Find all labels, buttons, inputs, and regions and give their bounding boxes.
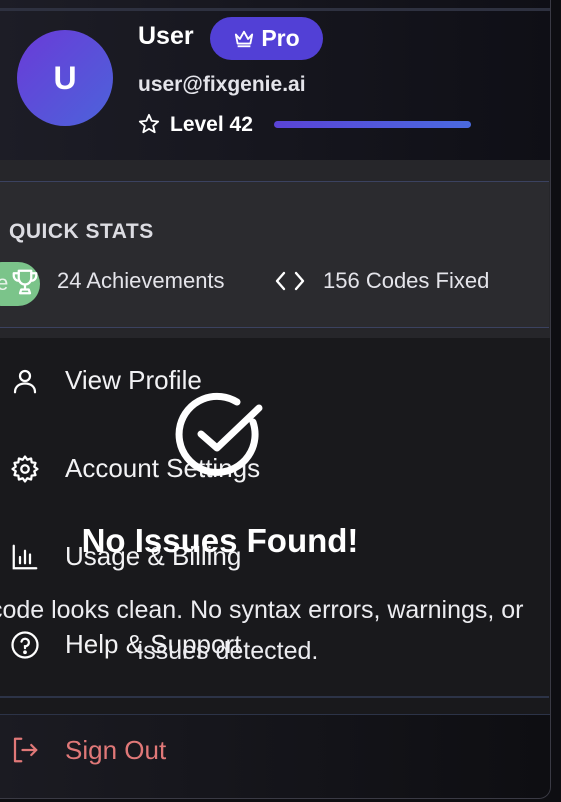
code-icon bbox=[275, 271, 305, 291]
check-circle-icon bbox=[175, 392, 263, 476]
result-description: Your code looks clean. No syntax errors,… bbox=[0, 596, 524, 665]
level-label: Level 42 bbox=[170, 113, 253, 136]
achievements-count: 24 Achievements bbox=[57, 268, 225, 293]
quick-stats-title: QUICK STATS bbox=[9, 220, 154, 243]
stat-chip-text: le bbox=[0, 272, 8, 296]
sign-out-button[interactable]: Sign Out bbox=[0, 714, 550, 798]
codes-fixed-count: 156 Codes Fixed bbox=[323, 268, 490, 293]
quick-stats: QUICK STATS le 24 Achievements 156 Codes… bbox=[0, 181, 549, 328]
level-progress-fill bbox=[274, 121, 471, 128]
star-icon bbox=[138, 113, 160, 134]
user-name: User bbox=[138, 22, 194, 50]
crown-icon bbox=[235, 30, 254, 47]
user-icon bbox=[13, 369, 37, 394]
menu-divider bbox=[0, 696, 549, 698]
pro-badge: Pro bbox=[210, 17, 323, 60]
header-rule bbox=[0, 8, 550, 11]
profile-header: U User Pro user@fixgenie.ai Level 42 bbox=[0, 0, 550, 160]
pro-badge-label: Pro bbox=[261, 25, 300, 51]
log-out-icon bbox=[13, 737, 38, 763]
avatar[interactable]: U bbox=[17, 30, 113, 126]
level-progress-bar bbox=[274, 121, 471, 128]
trophy-icon bbox=[12, 269, 38, 295]
user-email: user@fixgenie.ai bbox=[138, 73, 306, 96]
avatar-initial: U bbox=[53, 59, 77, 96]
sign-out-label: Sign Out bbox=[65, 735, 167, 765]
gear-icon bbox=[11, 455, 39, 483]
result-title: No Issues Found! bbox=[81, 522, 359, 559]
user-menu-panel: U User Pro user@fixgenie.ai Level 42 QUI… bbox=[0, 0, 551, 799]
